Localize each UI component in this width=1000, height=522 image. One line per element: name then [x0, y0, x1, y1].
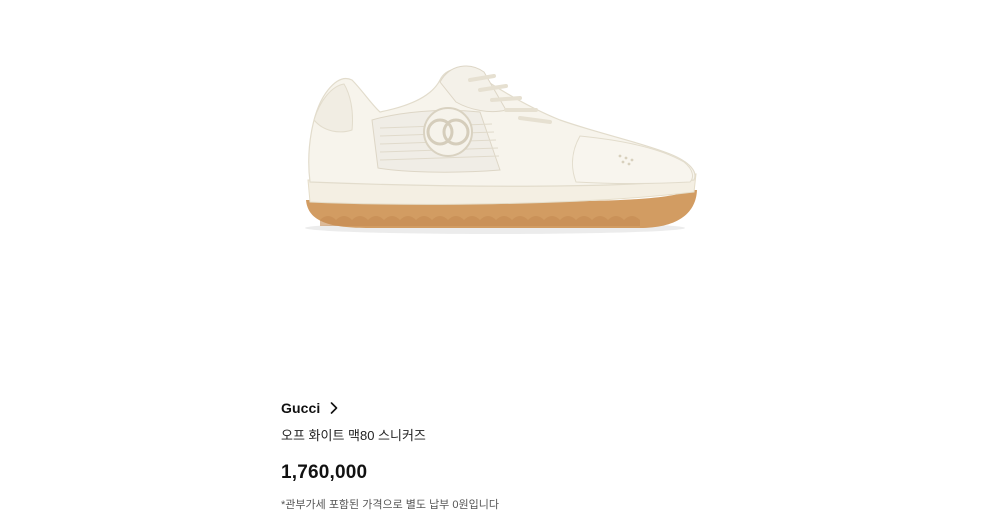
chevron-right-icon[interactable] [330, 402, 338, 414]
product-page: Gucci 오프 화이트 맥80 스니커즈 1,760,000 *관부가세 포함… [0, 0, 1000, 522]
product-name: 오프 화이트 맥80 스니커즈 [281, 428, 426, 443]
sneaker-image [305, 65, 697, 234]
tax-note: *관부가세 포함된 가격으로 별도 납부 0원입니다 [281, 499, 499, 511]
brand-link[interactable]: Gucci [281, 398, 701, 418]
brand-name[interactable]: Gucci [281, 400, 320, 416]
product-info: Gucci 오프 화이트 맥80 스니커즈 1,760,000 *관부가세 포함… [281, 398, 701, 512]
product-image[interactable] [280, 50, 720, 250]
product-price: 1,760,000 [281, 462, 368, 483]
